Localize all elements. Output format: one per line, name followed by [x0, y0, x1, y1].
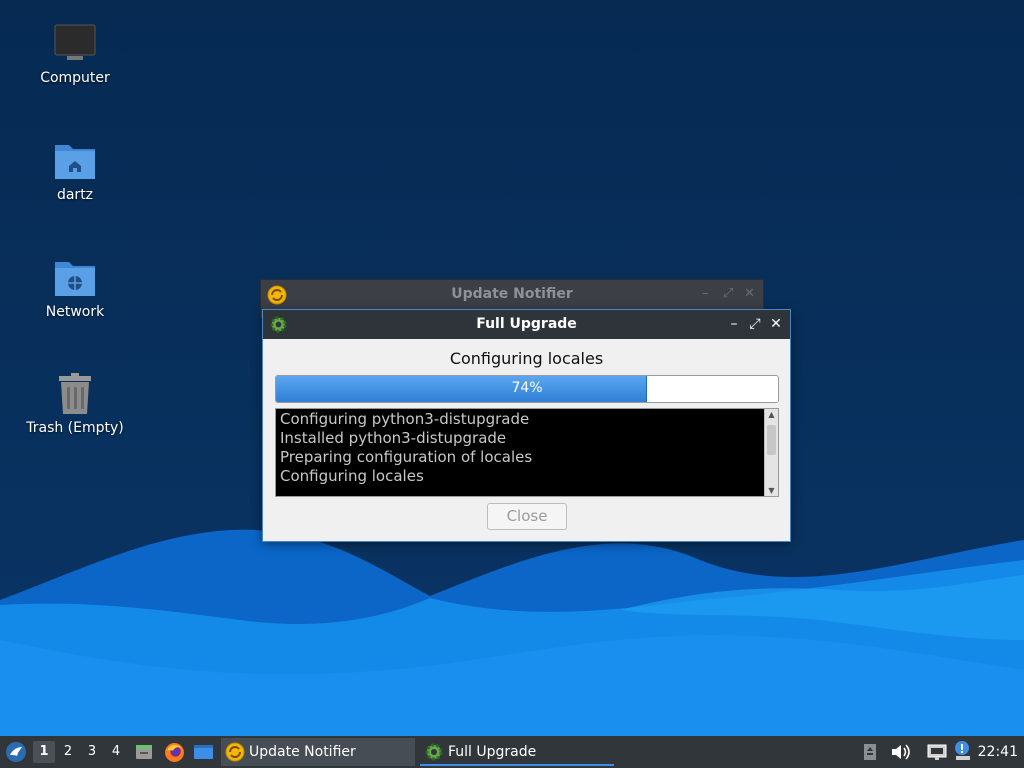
- computer-icon: [54, 24, 96, 60]
- close-icon[interactable]: ✕: [744, 286, 755, 301]
- workspace-button[interactable]: 2: [57, 741, 79, 763]
- update-notifier-icon: [225, 742, 245, 762]
- task-label: Update Notifier: [249, 744, 356, 760]
- home-folder-icon: [55, 145, 95, 179]
- progress-percent: 74%: [511, 380, 543, 396]
- window-title: Full Upgrade: [476, 316, 577, 332]
- log-scrollbar[interactable]: ▲ ▼: [764, 409, 778, 496]
- log-line: Preparing configuration of locales: [280, 448, 533, 466]
- volume-icon[interactable]: [889, 742, 911, 762]
- maximize-button[interactable]: ⤢: [745, 314, 765, 334]
- log-line: Configuring locales: [280, 467, 424, 485]
- desktop-icon-trash[interactable]: Trash (Empty): [10, 372, 140, 436]
- file-manager-icon[interactable]: [134, 742, 154, 762]
- desktop-icon-label: Trash (Empty): [26, 420, 124, 436]
- task-update-notifier[interactable]: Update Notifier: [221, 738, 415, 766]
- workspace-button[interactable]: 3: [81, 741, 103, 763]
- start-menu-icon[interactable]: [5, 741, 27, 763]
- taskbar: 1234 Update Notifier Full Upgrade 22:41: [0, 736, 1024, 768]
- minimize-button[interactable]: –: [724, 314, 744, 334]
- workspace-button[interactable]: 1: [33, 741, 55, 763]
- removable-media-icon[interactable]: [862, 742, 878, 762]
- maximize-icon[interactable]: ⤢: [723, 286, 733, 301]
- scroll-up-icon[interactable]: ▲: [765, 410, 778, 419]
- desktop-icon-home[interactable]: dartz: [10, 139, 140, 203]
- desktop-icon-label: Network: [45, 304, 105, 320]
- window-title: Update Notifier: [451, 286, 573, 302]
- progress-bar: 74%: [275, 375, 779, 403]
- log-line: Configuring python3-distupgrade: [280, 410, 530, 428]
- log-lines: Configuring python3-distupgrade Installed…: [280, 410, 762, 486]
- workspace-button[interactable]: 4: [105, 741, 127, 763]
- network-folder-icon: [55, 262, 95, 296]
- scroll-down-icon[interactable]: ▼: [765, 486, 778, 495]
- log-line: Installed python3-distupgrade: [280, 429, 507, 447]
- status-label: Configuring locales: [449, 349, 604, 368]
- minimize-icon[interactable]: –: [702, 286, 709, 301]
- trash-icon: [59, 373, 91, 414]
- titlebar[interactable]: Full Upgrade – ⤢ ✕: [263, 310, 790, 339]
- task-full-upgrade[interactable]: Full Upgrade: [420, 738, 614, 766]
- update-available-icon[interactable]: [953, 740, 973, 762]
- close-window-button[interactable]: ✕: [766, 314, 786, 334]
- gear-icon: [425, 743, 443, 761]
- desktop-icon-network[interactable]: Network: [10, 256, 140, 320]
- scroll-thumb[interactable]: [767, 425, 776, 455]
- desktop-icon-computer[interactable]: Computer: [10, 22, 140, 86]
- network-icon[interactable]: [926, 742, 948, 762]
- task-label: Full Upgrade: [448, 744, 537, 760]
- desktop-icon-label: dartz: [56, 187, 94, 203]
- clock[interactable]: 22:41: [978, 744, 1018, 760]
- firefox-icon[interactable]: [164, 742, 185, 763]
- full-upgrade-window: Full Upgrade – ⤢ ✕ Configuring locales 7…: [262, 309, 791, 542]
- close-button[interactable]: Close: [487, 503, 567, 530]
- show-desktop-icon[interactable]: [193, 743, 214, 762]
- desktop-icon-label: Computer: [40, 70, 110, 86]
- log-output[interactable]: Configuring python3-distupgrade Installed…: [275, 408, 779, 497]
